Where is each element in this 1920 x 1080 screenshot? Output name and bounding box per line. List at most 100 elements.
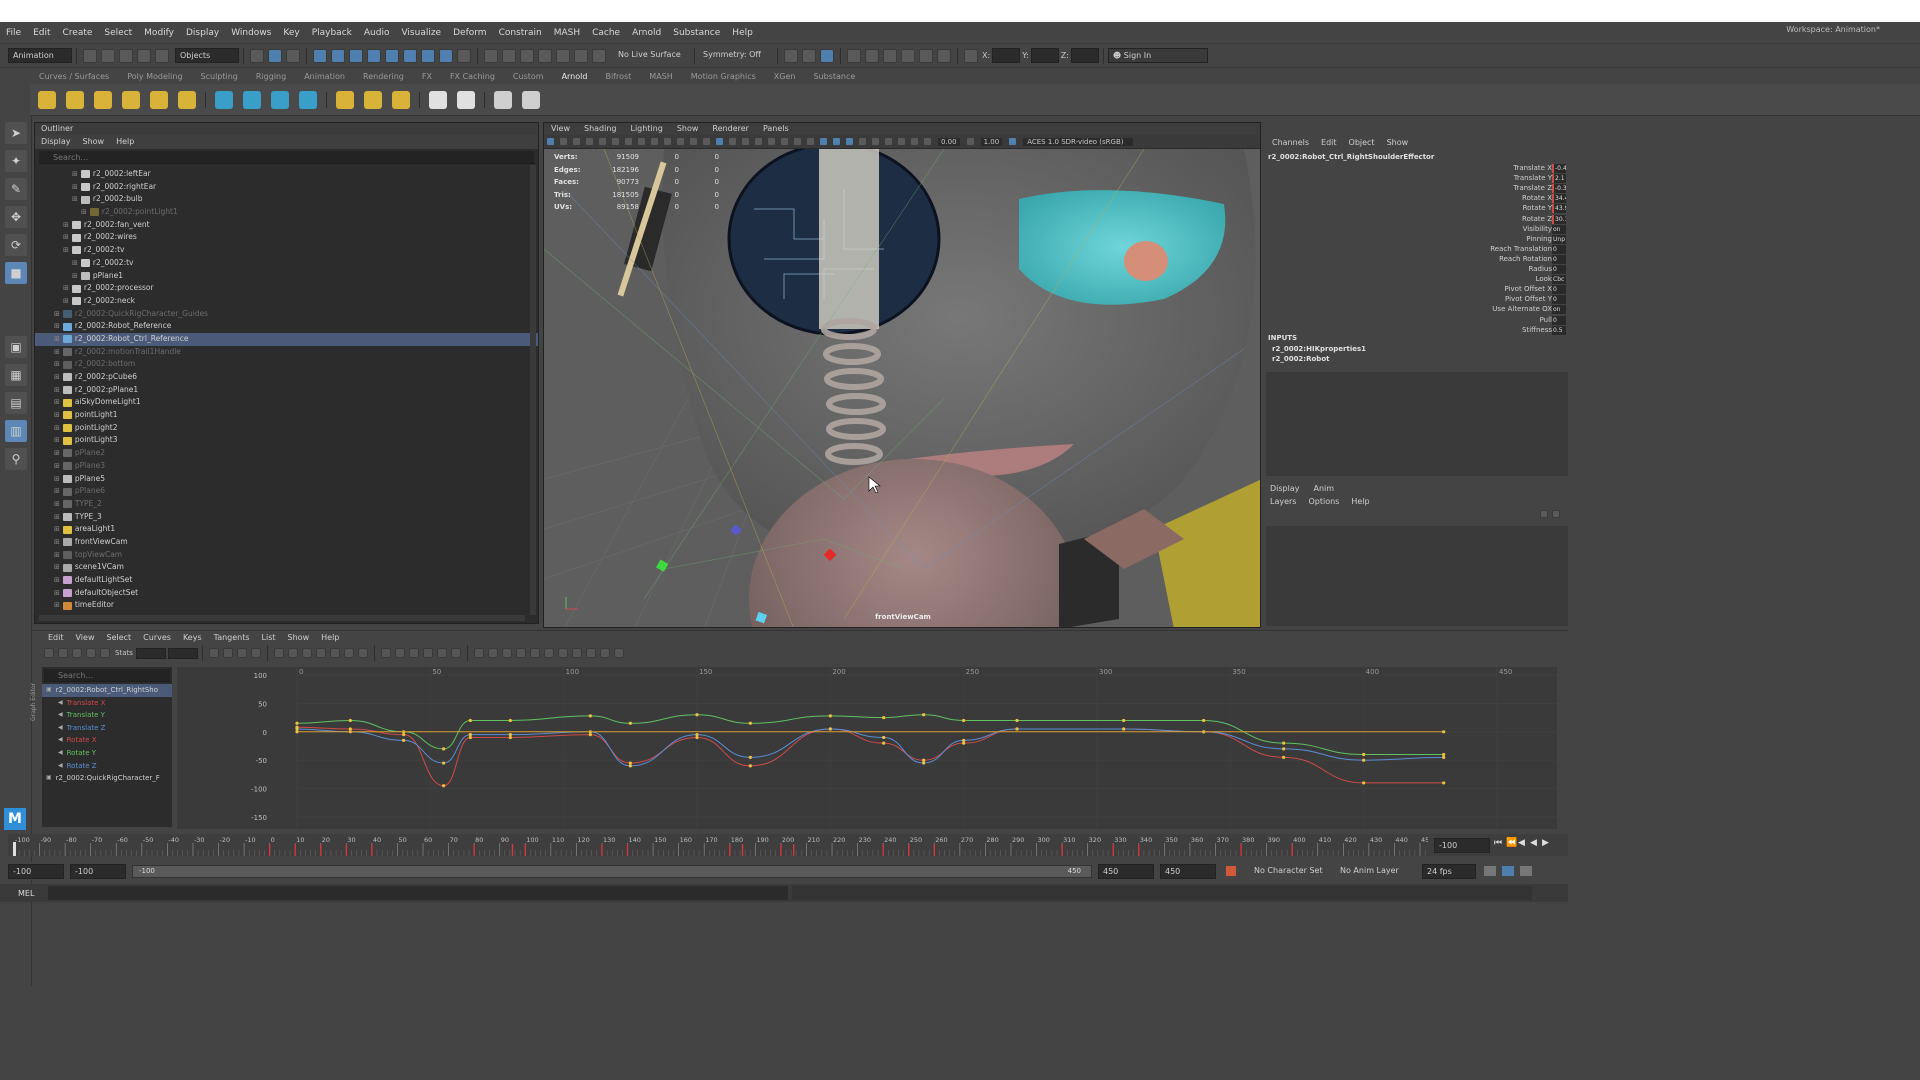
select-component-icon[interactable] (286, 48, 300, 63)
step-back-key-icon[interactable]: ⏪ (1506, 838, 1518, 848)
mask-misc-icon[interactable] (439, 48, 453, 63)
menu-set-dropdown[interactable]: Animation (8, 48, 72, 63)
layer-move-up-icon[interactable] (1540, 510, 1548, 518)
image-plane-icon[interactable] (598, 137, 607, 146)
smooth-shade-icon[interactable] (741, 137, 750, 146)
physical-sky-icon[interactable] (178, 90, 196, 109)
step-tangent-icon[interactable] (343, 648, 354, 658)
graph-channel-row[interactable]: ◀ Translate X (42, 697, 172, 710)
z-field[interactable] (1070, 48, 1099, 63)
menu-audio[interactable]: Audio (358, 22, 396, 44)
xray-icon[interactable] (884, 137, 893, 146)
outliner-item[interactable]: ⊞ r2_0002:Robot_Reference (35, 320, 538, 333)
play-backwards-icon[interactable]: ◀ (1530, 838, 1542, 848)
expand-icon[interactable]: ⊞ (54, 447, 60, 460)
graph-channel-row[interactable]: ◀ Rotate X (42, 734, 172, 747)
menu-playback[interactable]: Playback (306, 22, 358, 44)
menu-select[interactable]: Select (98, 22, 138, 44)
select-tool-icon[interactable]: ➤ (5, 122, 27, 144)
outliner-item[interactable]: ⊞ pPlane2 (35, 447, 538, 460)
select-hierarchy-icon[interactable] (250, 48, 264, 63)
select-camera-icon[interactable] (546, 137, 555, 146)
mesh-light-icon[interactable] (66, 90, 84, 109)
spline-tangent-icon[interactable] (287, 648, 298, 658)
channel-menu-object[interactable]: Object (1343, 136, 1381, 150)
move-tool-icon[interactable]: ✥ (5, 206, 27, 228)
redo-icon[interactable] (155, 48, 169, 63)
snap-view-plane-icon[interactable] (556, 48, 570, 63)
lock-tangent-weight-icon[interactable] (450, 648, 461, 658)
live-surface-field[interactable]: No Live Surface (614, 48, 690, 63)
stats-value-field[interactable] (167, 647, 198, 659)
exposure-icon[interactable] (923, 137, 932, 146)
expand-icon[interactable]: ⊞ (54, 485, 60, 498)
frame-all-icon[interactable] (208, 648, 219, 658)
outliner-item[interactable]: ⊞ r2_0002:neck (35, 295, 538, 308)
mask-curves-icon[interactable] (349, 48, 363, 63)
layer-move-down-icon[interactable] (1552, 510, 1560, 518)
channel-attr-value[interactable]: 0 (1552, 254, 1566, 264)
render-settings-icon[interactable] (820, 48, 834, 63)
colorspace-dropdown[interactable]: ACES 1.0 SDR-video (sRGB) (1023, 137, 1134, 146)
textured-icon[interactable] (780, 137, 789, 146)
denormalize-icon[interactable] (529, 648, 540, 658)
retime-tool-icon[interactable] (100, 648, 110, 658)
playback-end-field[interactable]: 450 (1098, 863, 1154, 879)
outliner-item[interactable]: ⊞ pPlane3 (35, 460, 538, 473)
outliner-item[interactable]: ⊞ timeEditor (35, 599, 538, 612)
channel-menu-show[interactable]: Show (1381, 136, 1415, 150)
play-forwards-icon[interactable]: ▶ (1542, 838, 1554, 848)
expand-icon[interactable]: ⊞ (63, 219, 69, 232)
outliner-item[interactable]: ⊞ pointLight3 (35, 434, 538, 447)
menu-visualize[interactable]: Visualize (395, 22, 447, 44)
graph-menu-curves[interactable]: Curves (137, 631, 177, 645)
shelf-tab-curves-surfaces[interactable]: Curves / Surfaces (30, 70, 118, 84)
lattice-deform-icon[interactable] (72, 648, 82, 658)
outliner-item[interactable]: ⊞ pPlane5 (35, 473, 538, 486)
expand-icon[interactable]: ⊞ (63, 282, 69, 295)
expand-icon[interactable]: ⊞ (54, 587, 60, 600)
expand-icon[interactable]: ⊞ (54, 599, 60, 612)
color-management-icon[interactable] (1008, 137, 1018, 146)
anim-layer-dropdown[interactable]: No Anim Layer (1336, 863, 1412, 879)
channel-attr-value[interactable]: 0 (1552, 244, 1566, 254)
channel-attr-value[interactable]: -0.4 (1552, 164, 1566, 173)
zoom-icon[interactable]: ⚲ (5, 448, 27, 470)
normalize-icon[interactable] (515, 648, 526, 658)
outliner-item[interactable]: ⊞ scene1VCam (35, 561, 538, 574)
camera-attributes-icon[interactable] (572, 137, 581, 146)
frame-playback-icon[interactable] (236, 648, 247, 658)
mask-handles-icon[interactable] (313, 48, 327, 63)
shelf-tab-sculpting[interactable]: Sculpting (192, 70, 247, 84)
viewport-scene[interactable] (544, 149, 1261, 628)
graph-menu-edit[interactable]: Edit (42, 631, 70, 645)
outliner-item[interactable]: ⊞ r2_0002:tv (35, 257, 538, 270)
auto-tangent-icon[interactable] (273, 648, 284, 658)
expand-icon[interactable]: ⊞ (54, 574, 60, 587)
shelf-tab-bifrost[interactable]: Bifrost (596, 70, 640, 84)
light-portal-icon[interactable] (150, 90, 168, 109)
outliner-menu-help[interactable]: Help (110, 135, 140, 149)
time-slider-ruler[interactable]: -100 -90 -80 -70 -60 -50 -40 -30 -20 -10 0 10 20 30 40… (8, 834, 1428, 856)
menu-arnold[interactable]: Arnold (626, 22, 667, 44)
outliner-item[interactable]: ⊞ pPlane6 (35, 485, 538, 498)
flat-tangent-icon[interactable] (329, 648, 340, 658)
expand-icon[interactable]: ⊞ (54, 333, 60, 346)
sound-icon[interactable] (1520, 866, 1532, 876)
rotate-tool-icon[interactable]: ⟳ (5, 234, 27, 256)
channel-attr-value[interactable]: 0 (1552, 315, 1566, 325)
viewport-menu-lighting[interactable]: Lighting (623, 123, 669, 135)
input-output-icon[interactable] (802, 48, 816, 63)
shelf-tab-rigging[interactable]: Rigging (247, 70, 295, 84)
viewport-menu-panels[interactable]: Panels (756, 123, 796, 135)
outliner-item[interactable]: ⊞ topViewCam (35, 549, 538, 562)
shelf-tab-animation[interactable]: Animation (295, 70, 354, 84)
resolution-gate-icon[interactable] (663, 137, 672, 146)
graph-editor-curves[interactable]: 0 50 100 150 200 250 300 350 400 450100500-50-100… (177, 667, 1557, 829)
graph-channel-row[interactable]: ◀ Rotate Y (42, 747, 172, 760)
auto-key-icon[interactable] (1226, 866, 1236, 876)
standin-icon[interactable] (215, 90, 233, 109)
curve-collector-icon[interactable] (271, 90, 289, 109)
outliner-item[interactable]: ⊞ r2_0002:motionTrail1Handle (35, 346, 538, 359)
grease-pencil-icon[interactable] (624, 137, 633, 146)
